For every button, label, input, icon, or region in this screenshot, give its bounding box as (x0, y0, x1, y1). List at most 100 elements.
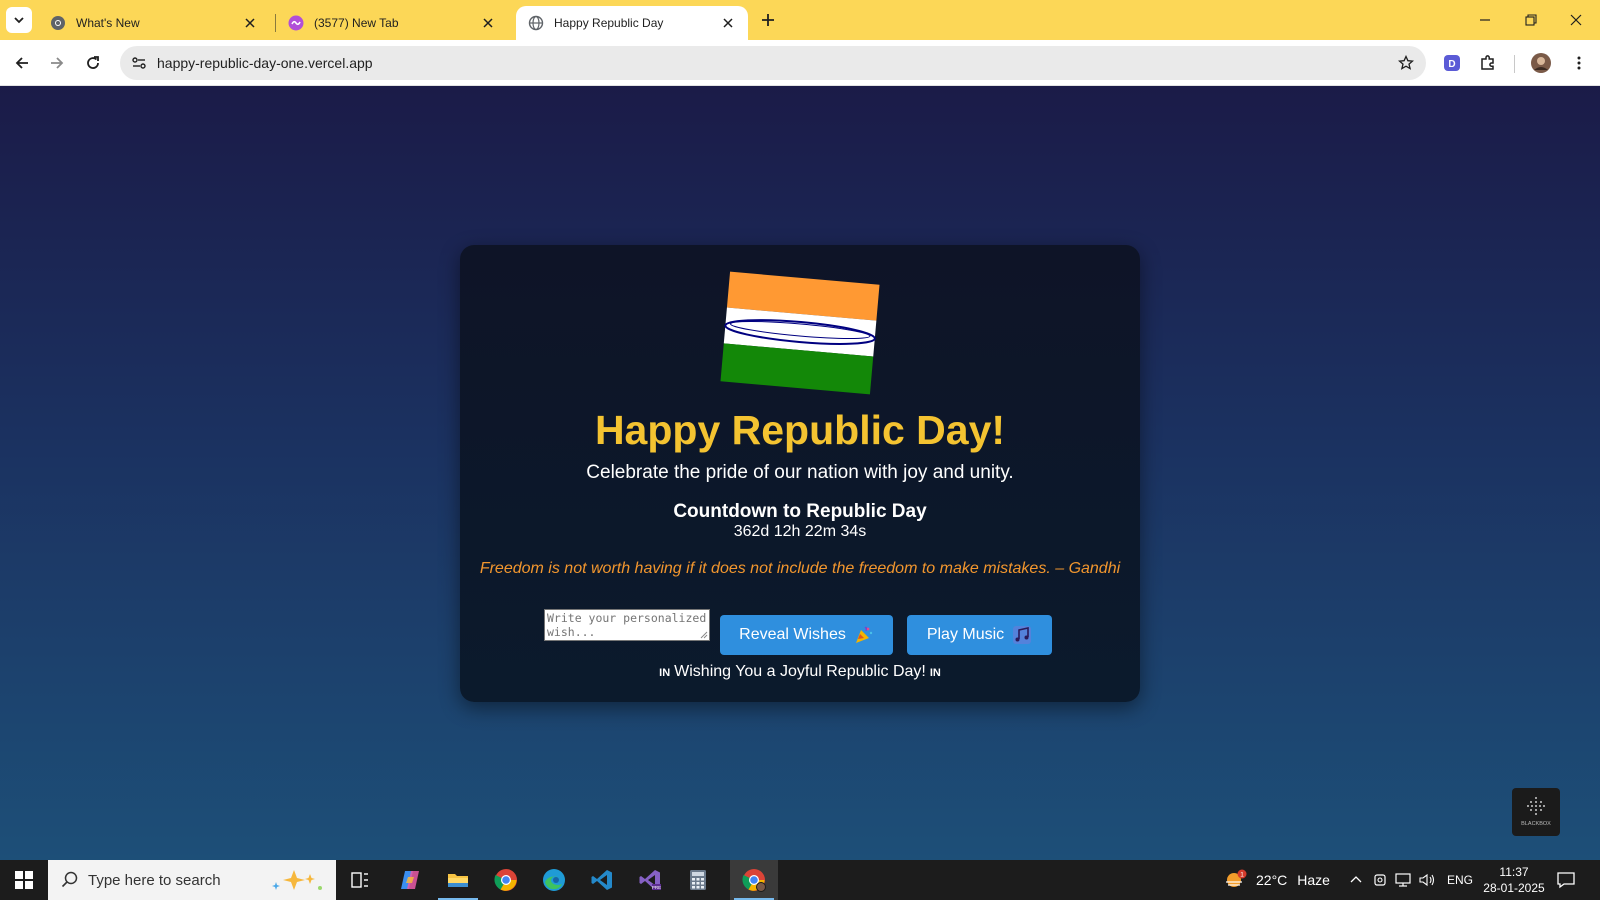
puzzle-icon (1481, 55, 1494, 70)
quote-text: Freedom is not worth having if it does n… (479, 560, 1121, 577)
visual-studio-icon: PRE (639, 870, 661, 890)
reload-button[interactable] (79, 49, 107, 77)
weather-alert-badge: 1 (1240, 872, 1244, 879)
profile-avatar-button[interactable] (1527, 49, 1555, 77)
arrow-left-icon (15, 57, 28, 69)
tab-search-button[interactable] (6, 7, 32, 33)
vscode-app[interactable] (578, 860, 626, 900)
file-explorer-icon (448, 874, 468, 887)
tab-happy-republic-day[interactable]: Happy Republic Day (516, 6, 748, 40)
new-tab-button[interactable] (756, 8, 780, 32)
search-highlight-sparkles-icon (272, 870, 322, 890)
restore-button[interactable] (1517, 6, 1545, 34)
volume-button[interactable] (1418, 860, 1436, 900)
weather-condition: Haze (1297, 872, 1330, 888)
minimize-icon (1480, 19, 1490, 21)
toolbar-divider (1514, 55, 1515, 73)
play-music-label: Play Music (926, 626, 1005, 643)
taskbar-search-box[interactable]: Type here to search (48, 860, 336, 900)
calculator-app[interactable] (674, 860, 722, 900)
notifications-button[interactable] (1556, 860, 1576, 900)
tab-bar: What's New (3577) New Tab Happy Republic… (0, 0, 1600, 40)
countdown-timer: 362d 12h 22m 34s (733, 523, 867, 540)
svg-text:PRE: PRE (652, 885, 661, 890)
url-text[interactable]: happy-republic-day-one.vercel.app (157, 55, 373, 71)
page-title: Happy Republic Day! (594, 407, 1006, 453)
reveal-wishes-label: Reveal Wishes (739, 626, 846, 643)
chrome-profile-icon (742, 869, 766, 892)
weather-widget[interactable]: 1 22°C Haze (1224, 860, 1330, 900)
resize-handle-icon[interactable] (700, 631, 708, 639)
music-note-icon (1013, 626, 1032, 644)
task-view-icon (351, 872, 368, 888)
weather-haze-icon: 1 (1226, 869, 1247, 887)
address-bar[interactable]: happy-republic-day-one.vercel.app (120, 46, 1426, 80)
show-hidden-icons-button[interactable] (1349, 860, 1363, 900)
chrome-app[interactable] (482, 860, 530, 900)
minimize-button[interactable] (1471, 6, 1499, 34)
footer-wish: IN Wishing You a Joyful Republic Day! IN (460, 663, 1140, 681)
visual-studio-app[interactable]: PRE (626, 860, 674, 900)
play-music-button[interactable]: Play Music (907, 615, 1052, 655)
edge-icon (543, 869, 565, 891)
extensions-menu-button[interactable] (1474, 49, 1502, 77)
copilot-icon (401, 871, 419, 889)
subtitle: Celebrate the pride of our nation with j… (586, 462, 1014, 483)
footer-wish-text: Wishing You a Joyful Republic Day! (674, 663, 926, 680)
copilot-app[interactable] (386, 860, 434, 900)
start-button[interactable] (0, 860, 48, 900)
chrome-icon (494, 869, 517, 891)
close-icon[interactable] (720, 15, 736, 31)
calculator-icon (690, 870, 706, 890)
svg-text:D: D (1448, 59, 1455, 70)
tab-new-tab[interactable]: (3577) New Tab (276, 6, 508, 40)
blackbox-logo-icon (1527, 797, 1545, 815)
clock-time: 11:37 (1499, 865, 1529, 879)
chevron-down-icon (14, 17, 24, 24)
close-icon (1570, 14, 1582, 26)
chevron-up-icon (1350, 876, 1362, 883)
task-view-button[interactable] (336, 860, 384, 900)
close-icon[interactable] (480, 15, 496, 31)
chrome-profile-app[interactable] (730, 860, 778, 900)
input-language[interactable]: ENG (1447, 860, 1473, 900)
site-info-icon[interactable] (126, 50, 152, 76)
plus-icon (762, 14, 774, 26)
back-button[interactable] (8, 49, 36, 77)
search-icon (60, 870, 80, 890)
flag-code-right: IN (929, 667, 941, 679)
reveal-wishes-button[interactable]: Reveal Wishes (720, 615, 893, 655)
network-icon (1395, 873, 1411, 887)
close-window-button[interactable] (1562, 6, 1590, 34)
extension-badge-icon: D (1444, 55, 1460, 71)
speaker-icon (1419, 873, 1435, 887)
edge-app[interactable] (530, 860, 578, 900)
page-viewport: Happy Republic Day! Celebrate the pride … (0, 86, 1600, 860)
file-explorer-app[interactable] (434, 860, 482, 900)
blackbox-label: BLACKBOX (1521, 821, 1551, 827)
meet-now-button[interactable] (1373, 860, 1387, 900)
search-placeholder: Type here to search (88, 871, 221, 889)
blackbox-widget[interactable]: BLACKBOX (1512, 788, 1560, 836)
restore-icon (1525, 14, 1537, 26)
notification-center-icon (1557, 872, 1575, 889)
close-icon[interactable] (242, 15, 258, 31)
arrow-right-icon (51, 57, 64, 69)
clock[interactable]: 11:37 28-01-2025 (1482, 864, 1546, 896)
clock-date: 28-01-2025 (1483, 881, 1545, 895)
chrome-menu-button[interactable] (1565, 49, 1593, 77)
countdown-title: Countdown to Republic Day (673, 501, 927, 522)
flag-code-left: IN (659, 667, 671, 679)
network-button[interactable] (1394, 860, 1412, 900)
bookmark-star-icon[interactable] (1394, 51, 1418, 75)
avatar (1531, 53, 1551, 73)
windows-taskbar: Type here to search PRE 1 22°C Haze ENG … (0, 860, 1600, 900)
forward-button[interactable] (43, 49, 71, 77)
greeting-card: Happy Republic Day! Celebrate the pride … (460, 245, 1140, 702)
extension-button[interactable]: D (1438, 49, 1466, 77)
chrome-icon (50, 15, 66, 31)
tab-whats-new[interactable]: What's New (38, 6, 270, 40)
party-popper-icon (855, 626, 873, 643)
wish-input[interactable] (544, 609, 710, 641)
windows-logo-icon (15, 871, 33, 889)
